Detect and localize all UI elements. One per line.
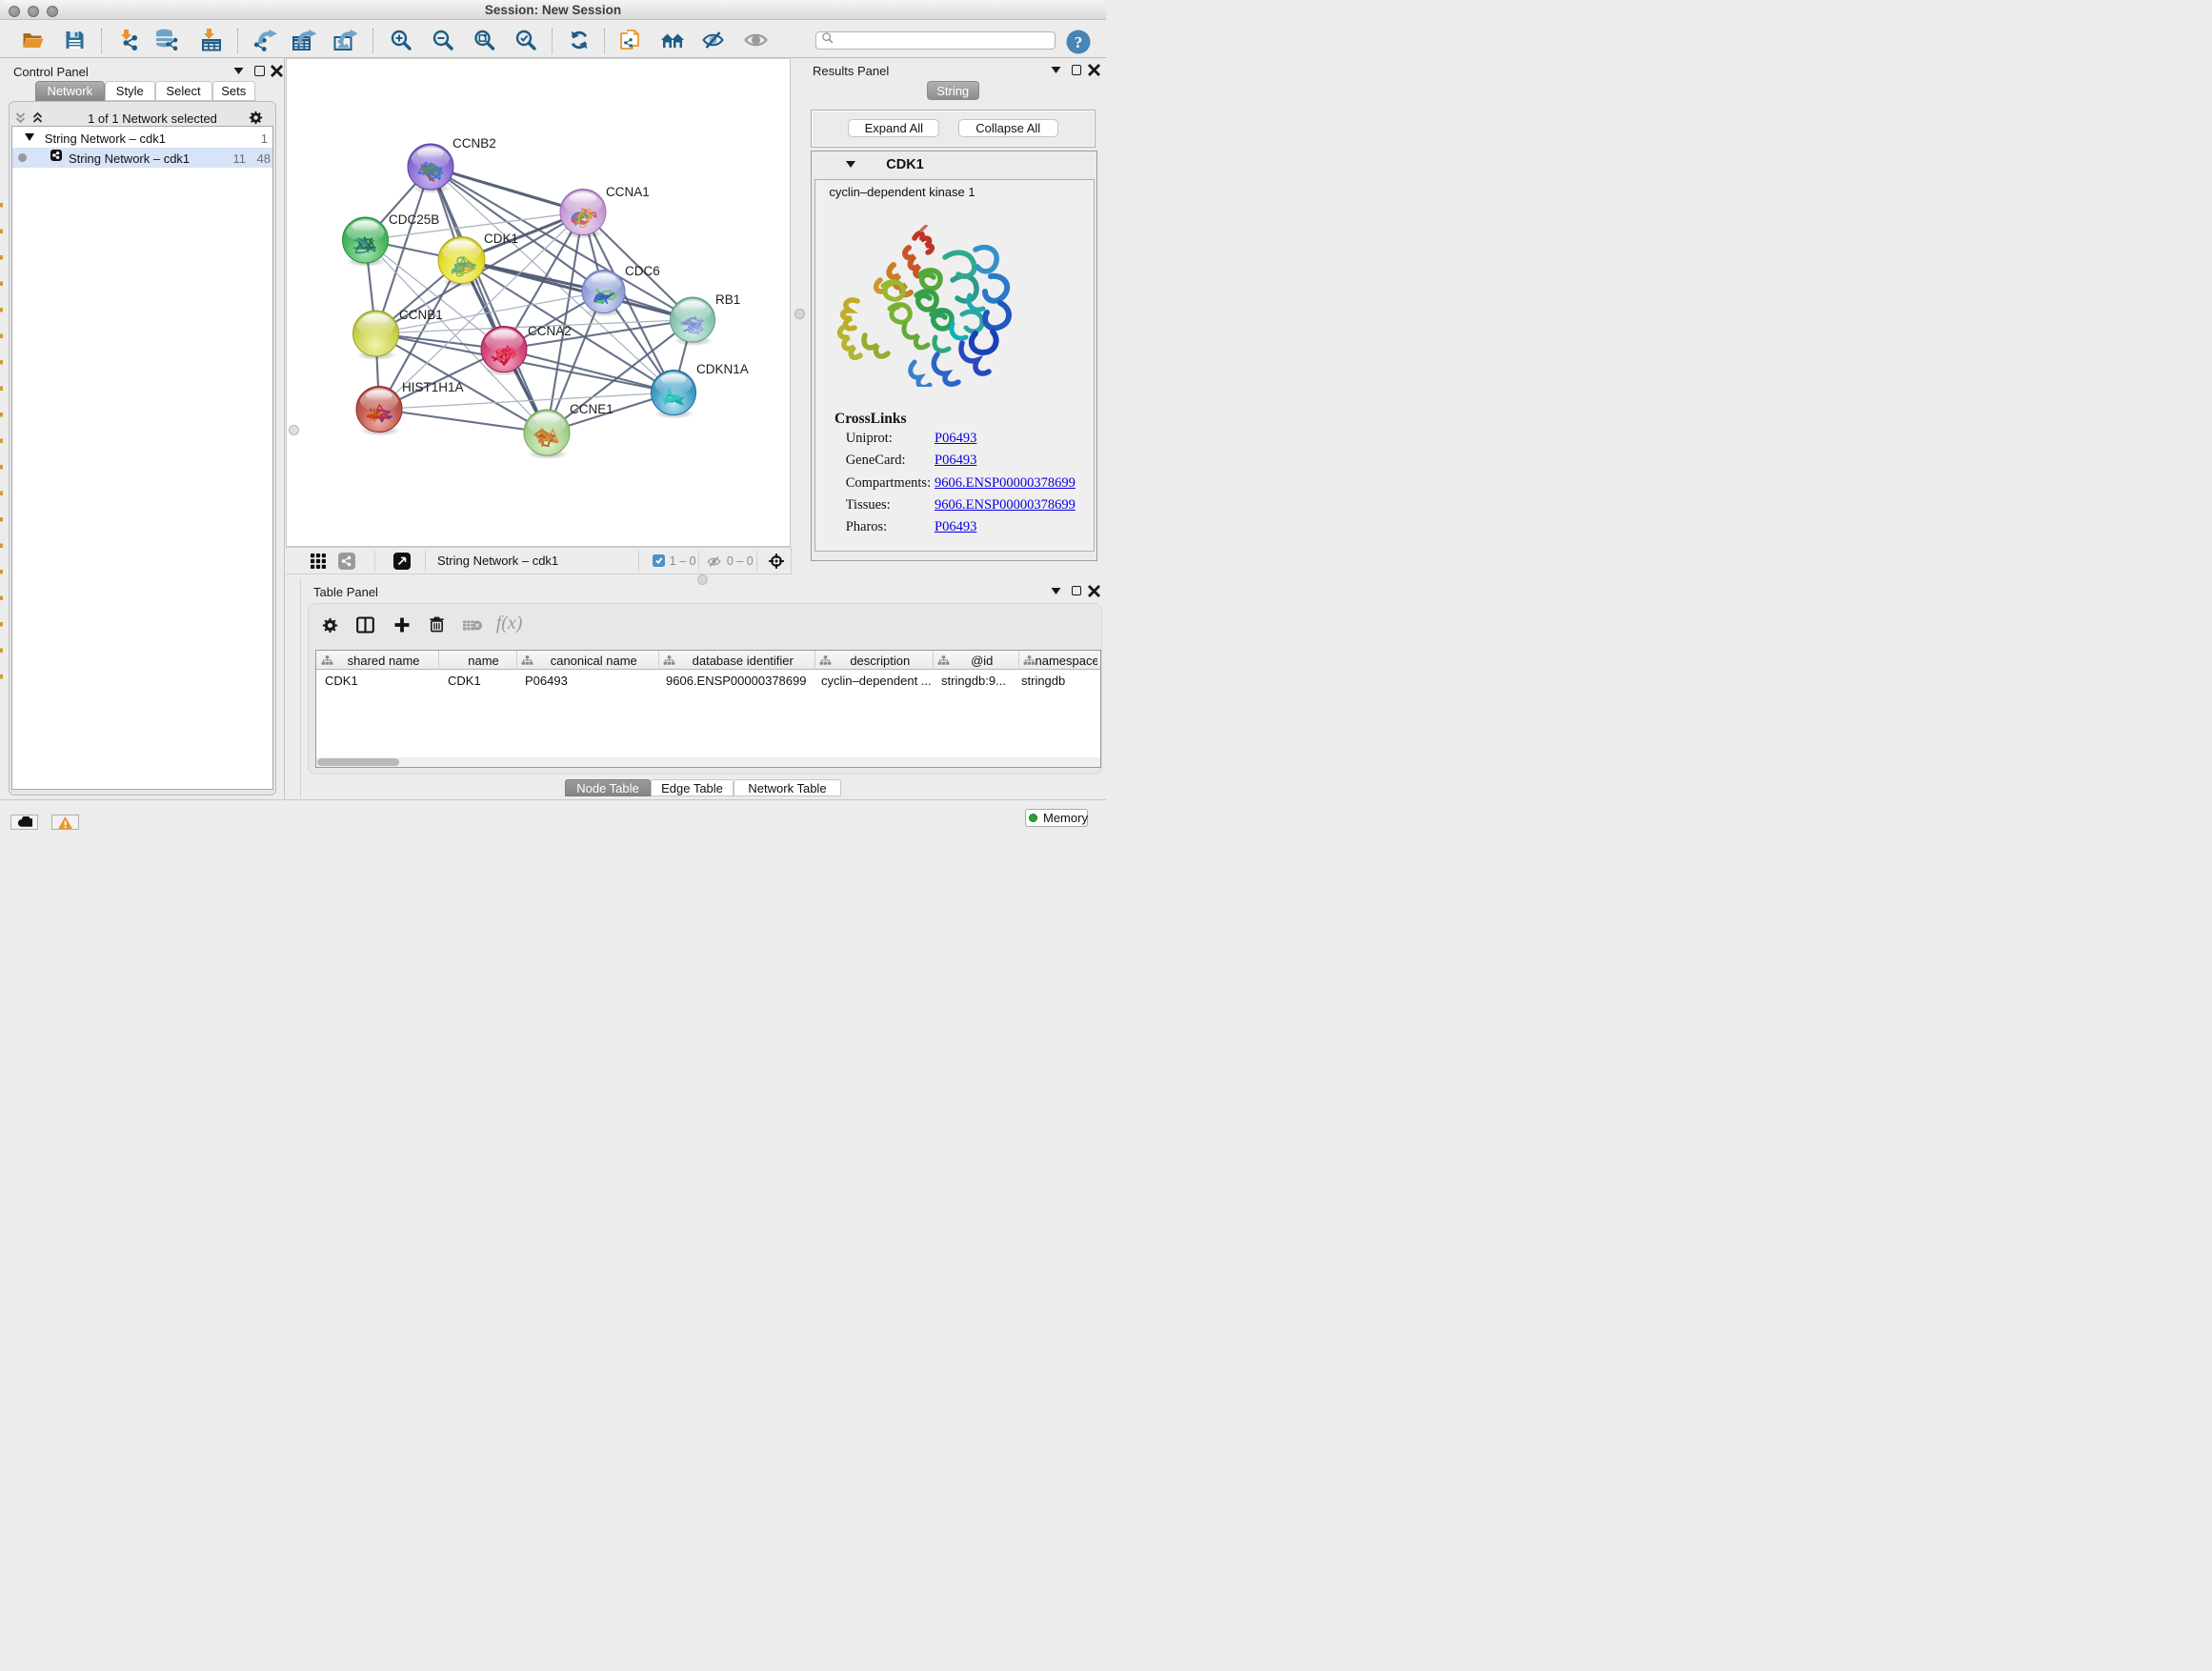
svg-text:CDKN1A: CDKN1A [696, 362, 749, 376]
svg-text:CDC25B: CDC25B [389, 212, 439, 227]
svg-text:CDK1: CDK1 [484, 232, 518, 246]
svg-text:HIST1H1A: HIST1H1A [402, 380, 464, 394]
svg-text:CCNA1: CCNA1 [606, 185, 650, 199]
svg-text:RB1: RB1 [715, 292, 740, 307]
svg-text:CDC6: CDC6 [625, 264, 660, 278]
svg-text:CCNA2: CCNA2 [528, 324, 572, 338]
svg-text:CCNE1: CCNE1 [570, 402, 613, 416]
svg-text:CCNB2: CCNB2 [452, 136, 496, 151]
svg-text:?: ? [1075, 33, 1083, 51]
svg-text:CCNB1: CCNB1 [399, 308, 443, 322]
